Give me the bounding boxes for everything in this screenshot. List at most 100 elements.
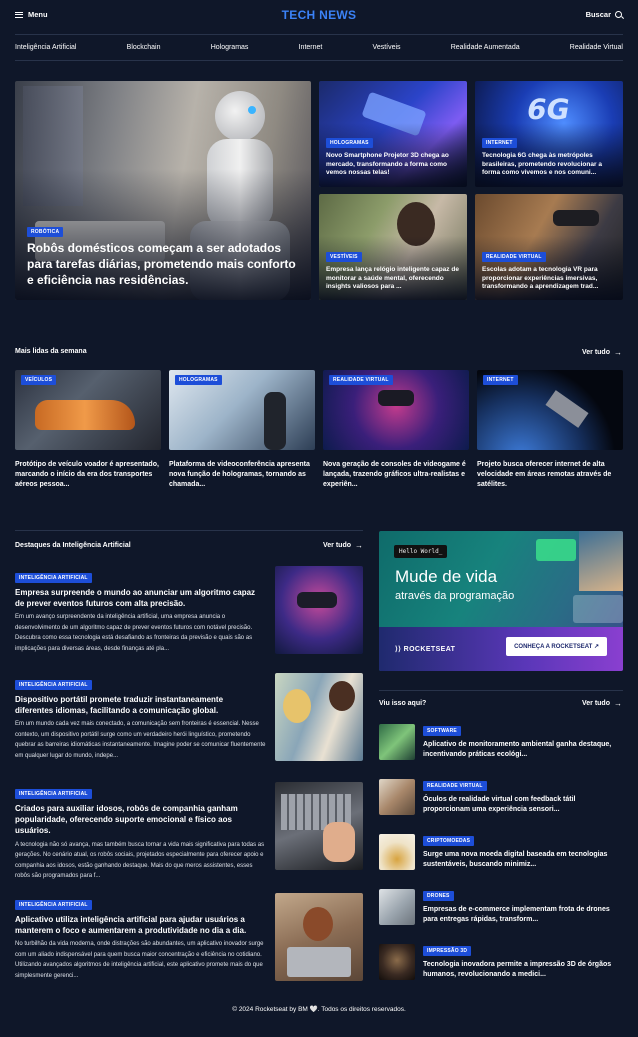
seen-item[interactable]: Impressão 3D Tecnologia inovadora permit…	[379, 944, 623, 984]
weekly-item-tag[interactable]: Veículos	[21, 375, 57, 385]
seen-item-title[interactable]: Aplicativo de monitoramento ambiental ga…	[423, 740, 621, 760]
weekly-item-tag[interactable]: Internet	[483, 375, 518, 385]
search-icon	[615, 11, 622, 18]
hero-card-1-title[interactable]: Novo Smartphone Projetor 3D chega ao mer…	[326, 152, 461, 178]
hero-card-3-tag[interactable]: Vestíveis	[326, 252, 362, 262]
seen-see-all-label: Ver tudo	[581, 700, 610, 707]
seen-item-tag[interactable]: Realidade Virtual	[423, 781, 487, 791]
hero-main-tag[interactable]: Robótica	[27, 227, 64, 237]
ad-cta-button[interactable]: CONHEÇA A ROCKETSEAT ↗	[506, 637, 607, 656]
ai-see-all[interactable]: Ver tudo →	[323, 541, 363, 550]
weekly-item-title[interactable]: Projeto busca oferecer internet de alta …	[477, 460, 623, 490]
weekly-item[interactable]: Veículos Protótipo de veículo voador é a…	[15, 370, 161, 490]
seen-item-tag[interactable]: Impressão 3D	[423, 946, 472, 956]
weekly-item-image: Realidade Virtual	[323, 370, 469, 450]
hero-card-4-image	[553, 210, 599, 226]
nav-item-realidade-aumentada[interactable]: Realidade Aumentada	[451, 44, 520, 51]
seen-item[interactable]: Drones Empresas de e-commerce implementa…	[379, 889, 623, 929]
seen-item[interactable]: Realidade Virtual Óculos de realidade vi…	[379, 779, 623, 819]
weekly-item[interactable]: Hologramas Plataforma de videoconferênci…	[169, 370, 315, 490]
hero-card-4-title[interactable]: Escolas adotam a tecnologia VR para prop…	[482, 266, 617, 292]
nav-item-internet[interactable]: Internet	[299, 44, 323, 51]
ai-article-tag[interactable]: Inteligência Artificial	[15, 900, 92, 910]
weekly-item-title[interactable]: Plataforma de videoconferência apresenta…	[169, 460, 315, 490]
ai-article-image	[275, 782, 363, 870]
hero-card-4-tag[interactable]: Realidade Virtual	[482, 252, 546, 262]
hero-main-card[interactable]: Robótica Robôs domésticos começam a ser …	[15, 81, 311, 300]
weekly-item[interactable]: Internet Projeto busca oferecer internet…	[477, 370, 623, 490]
weekly-see-all[interactable]: Ver tudo →	[582, 348, 622, 357]
ai-article-tag[interactable]: Inteligência Artificial	[15, 573, 92, 583]
hero-card-2[interactable]: 6G Internet Tecnologia 6G chega às metró…	[475, 81, 623, 187]
ad-decor-panel	[573, 595, 623, 623]
nav-item-ia[interactable]: Inteligência Artificial	[15, 44, 76, 51]
divider	[15, 530, 363, 531]
ai-article[interactable]: Inteligência Artificial Aplicativo utili…	[15, 893, 363, 981]
site-logo[interactable]: TECH NEWS	[0, 8, 638, 22]
seen-section-title: Viu isso aqui?	[379, 700, 427, 707]
weekly-item[interactable]: Realidade Virtual Nova geração de consol…	[323, 370, 469, 490]
seen-item[interactable]: Software Aplicativo de monitoramento amb…	[379, 724, 623, 764]
hero-card-2-tag[interactable]: Internet	[482, 138, 517, 148]
ai-article-title[interactable]: Criados para auxiliar idosos, robôs de c…	[15, 803, 263, 837]
seen-item-tag[interactable]: Software	[423, 726, 461, 736]
ai-article-image	[275, 566, 363, 654]
ad-headline: Mude de vida	[395, 567, 498, 586]
ai-article-image	[275, 673, 363, 761]
ai-article-title[interactable]: Empresa surpreende o mundo ao anunciar u…	[15, 587, 263, 609]
hero-card-3-title[interactable]: Empresa lança relógio inteligente capaz …	[326, 266, 461, 292]
search-label: Buscar	[585, 10, 611, 19]
ai-article-tag[interactable]: Inteligência Artificial	[15, 680, 92, 690]
ai-article-image	[275, 893, 363, 981]
hero-card-4[interactable]: Realidade Virtual Escolas adotam a tecno…	[475, 194, 623, 300]
hero-card-1[interactable]: Hologramas Novo Smartphone Projetor 3D c…	[319, 81, 467, 187]
category-nav: Inteligência Artificial Blockchain Holog…	[15, 34, 623, 61]
weekly-item-tag[interactable]: Realidade Virtual	[329, 375, 393, 385]
nav-item-realidade-virtual[interactable]: Realidade Virtual	[570, 44, 623, 51]
weekly-item-title[interactable]: Nova geração de consoles de videogame é …	[323, 460, 469, 490]
weekly-section-title: Mais lidas da semana	[15, 348, 87, 355]
seen-item-image	[379, 779, 415, 815]
ai-section-title: Destaques da Inteligência Artificial	[15, 542, 131, 549]
seen-item-tag[interactable]: Drones	[423, 891, 454, 901]
ai-article-desc: Em um avanço surpreendente da inteligênc…	[15, 614, 253, 652]
ad-decor-card	[536, 539, 576, 561]
ad-person-image	[579, 531, 623, 591]
seen-item-tag[interactable]: Criptomoedas	[423, 836, 475, 846]
seen-item-image	[379, 724, 415, 760]
seen-see-all[interactable]: Ver tudo →	[582, 699, 622, 708]
ad-subline: através da programação	[395, 590, 515, 602]
hero-card-2-image: 6G	[524, 93, 573, 126]
rocketseat-ad-banner[interactable]: Hello World_ Mude de vida através da pro…	[379, 531, 623, 671]
ai-article-desc: Em um mundo cada vez mais conectado, a c…	[15, 721, 266, 759]
hero-main-title[interactable]: Robôs domésticos começam a ser adotados …	[27, 241, 297, 288]
seen-item-title[interactable]: Surge uma nova moeda digital baseada em …	[423, 850, 621, 870]
ai-article[interactable]: Inteligência Artificial Empresa surpreen…	[15, 566, 363, 654]
ai-article-tag[interactable]: Inteligência Artificial	[15, 789, 92, 799]
hero-card-3[interactable]: Vestíveis Empresa lança relógio intelige…	[319, 194, 467, 300]
external-arrow-icon: ↗	[593, 644, 599, 650]
ad-brand-label: ROCKETSEAT	[403, 646, 456, 653]
nav-item-vestiveis[interactable]: Vestíveis	[373, 44, 401, 51]
seen-item-title[interactable]: Tecnologia inovadora permite a impressão…	[423, 960, 621, 980]
ai-see-all-label: Ver tudo	[323, 542, 352, 549]
weekly-item-tag[interactable]: Hologramas	[175, 375, 222, 385]
seen-item-title[interactable]: Empresas de e-commerce implementam frota…	[423, 905, 621, 925]
search-button[interactable]: Buscar	[586, 10, 622, 19]
hero-card-1-tag[interactable]: Hologramas	[326, 138, 373, 148]
footer-copyright: © 2024 Rocketseat by BM 🤍. Todos os dire…	[232, 1006, 406, 1013]
nav-item-hologramas[interactable]: Hologramas	[211, 44, 249, 51]
weekly-item-title[interactable]: Protótipo de veículo voador é apresentad…	[15, 460, 161, 490]
ai-article-title[interactable]: Dispositivo portátil promete traduzir in…	[15, 694, 263, 716]
ai-article[interactable]: Inteligência Artificial Criados para aux…	[15, 782, 363, 882]
ai-article[interactable]: Inteligência Artificial Dispositivo port…	[15, 673, 363, 761]
nav-item-blockchain[interactable]: Blockchain	[127, 44, 161, 51]
hero-card-2-title[interactable]: Tecnologia 6G chega às metrópoles brasil…	[482, 152, 617, 178]
seen-item-title[interactable]: Óculos de realidade virtual com feedback…	[423, 795, 621, 815]
arrow-right-icon: →	[614, 699, 622, 708]
seen-item[interactable]: Criptomoedas Surge uma nova moeda digita…	[379, 834, 623, 874]
seen-item-image	[379, 889, 415, 925]
seen-item-image	[379, 944, 415, 980]
arrow-right-icon: →	[614, 348, 622, 357]
ai-article-title[interactable]: Aplicativo utiliza inteligência artifici…	[15, 914, 263, 936]
